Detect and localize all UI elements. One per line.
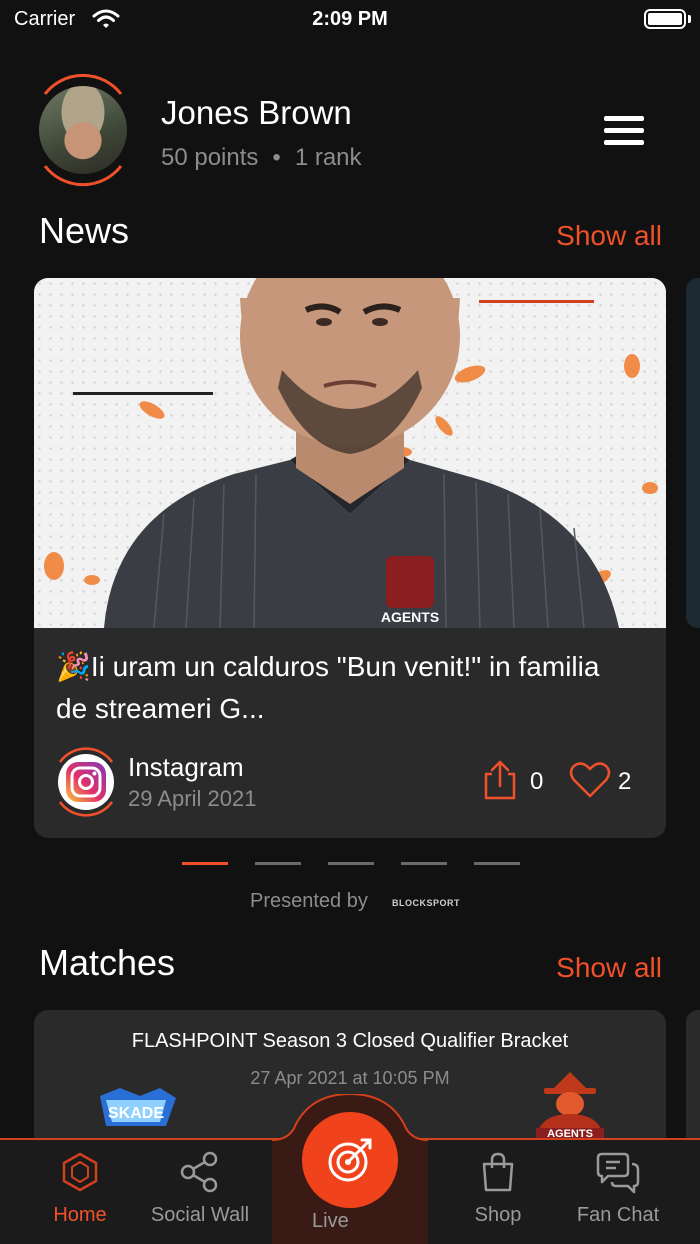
presented-by-label: Presented by <box>250 890 368 912</box>
user-points: 50 points <box>161 144 259 171</box>
team-a-logo-text: SKADE <box>108 1105 164 1122</box>
news-card[interactable]: AGENTS 🎉Ii uram un calduros "Bun venit!"… <box>34 278 666 838</box>
pager-dot[interactable] <box>328 862 374 865</box>
live-stats-label: Live stats <box>312 1210 349 1230</box>
tab-home-label: Home <box>53 1204 107 1226</box>
tab-social-wall[interactable]: Social Wall <box>140 1150 260 1240</box>
share-count: 0 <box>530 768 544 795</box>
avatar[interactable] <box>33 72 133 188</box>
chat-bubbles-icon <box>596 1152 640 1194</box>
tab-social-wall-label: Social Wall <box>150 1204 250 1226</box>
news-section-title: News <box>39 210 130 255</box>
tab-fan-chat-label: Fan Chat <box>576 1204 660 1226</box>
target-icon <box>328 1138 372 1182</box>
pager-dot[interactable] <box>255 862 301 865</box>
separator-dot: • <box>272 144 281 171</box>
team-b-logo: AGENTS <box>536 1072 604 1138</box>
news-text: Ii uram un calduros "Bun venit!" in fami… <box>56 651 600 724</box>
party-popper-icon: 🎉 <box>56 651 91 682</box>
shopping-bag-icon <box>482 1152 514 1192</box>
avatar-photo <box>39 86 127 174</box>
news-headline: 🎉Ii uram un calduros "Bun venit!" in fam… <box>56 646 636 730</box>
match-event-title: FLASHPOINT Season 3 Closed Qualifier Bra… <box>131 1030 569 1052</box>
tab-shop-label: Shop <box>474 1204 522 1226</box>
tab-shop[interactable]: Shop <box>438 1150 558 1240</box>
pager-dot[interactable] <box>182 862 228 865</box>
share-network-icon <box>180 1151 218 1193</box>
hamburger-menu-icon[interactable] <box>604 116 644 148</box>
sponsor-logo: BLOCKSPORT <box>392 898 460 908</box>
news-source: Instagram <box>128 752 244 782</box>
share-icon[interactable] <box>480 758 520 802</box>
matches-show-all-link[interactable]: Show all <box>556 952 662 984</box>
user-name: Jones Brown <box>161 94 352 131</box>
battery-nub <box>688 15 691 23</box>
pager-dot[interactable] <box>401 862 447 865</box>
next-news-card-peek[interactable] <box>686 278 700 628</box>
team-a-logo: SKADE <box>100 1088 176 1126</box>
news-image: AGENTS <box>34 278 666 628</box>
instagram-icon <box>58 747 114 817</box>
news-show-all-link[interactable]: Show all <box>556 220 662 252</box>
battery-icon <box>644 9 686 29</box>
news-photo-illustration: AGENTS <box>44 278 658 628</box>
matches-section-title: Matches <box>39 942 176 987</box>
heart-icon[interactable] <box>568 760 612 800</box>
news-date: 29 April 2021 <box>128 786 257 811</box>
tab-fan-chat[interactable]: Fan Chat <box>558 1150 678 1240</box>
status-bar: Carrier 2:09 PM <box>0 0 700 40</box>
like-count: 2 <box>618 768 632 795</box>
live-stats-button[interactable] <box>302 1112 398 1208</box>
jersey-text: AGENTS <box>381 609 439 625</box>
user-rank: 1 rank <box>294 144 362 171</box>
pager-dot[interactable] <box>474 862 520 865</box>
team-b-logo-text: AGENTS <box>547 1128 593 1138</box>
tab-home[interactable]: Home <box>20 1150 140 1240</box>
clock: 2:09 PM <box>312 8 388 30</box>
user-stats: 50 points • 1 rank <box>161 144 362 172</box>
home-cube-icon <box>62 1152 98 1192</box>
